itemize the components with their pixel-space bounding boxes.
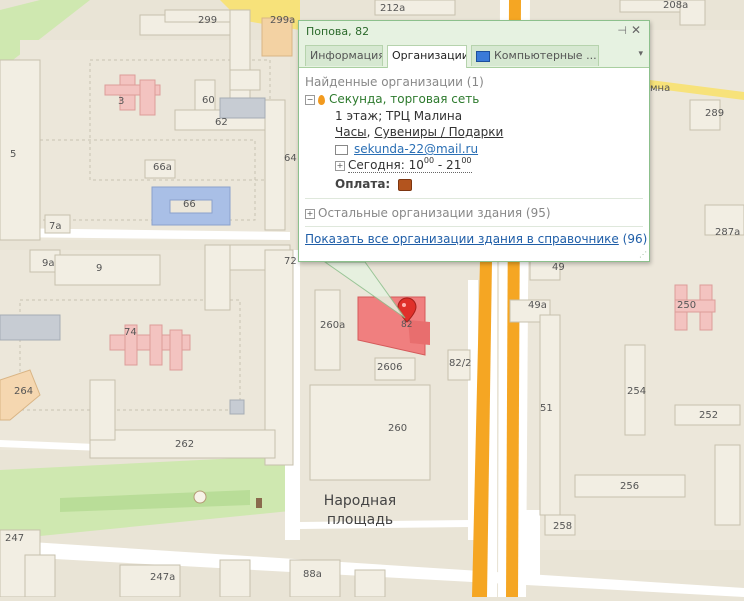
org-payment-row: Оплата: — [335, 177, 413, 191]
map-label: 260а — [320, 320, 346, 331]
building-info-popup[interactable]: Попова, 82 ⊣ ✕ Информация Организации Ко… — [298, 20, 650, 262]
close-icon[interactable]: ✕ — [631, 23, 641, 37]
map-label: 66 — [183, 199, 196, 210]
resize-handle-icon[interactable]: ⋰ — [639, 250, 647, 259]
map-label: 262 — [175, 439, 195, 450]
map-label: 74 — [124, 327, 137, 338]
tab-computer-label: Компьютерные ... — [494, 49, 597, 62]
hours-prefix: Сегодня: 10 — [348, 158, 424, 172]
org-email-row: sekunda-22@mail.ru — [335, 142, 478, 156]
org-email-link[interactable]: sekunda-22@mail.ru — [354, 142, 478, 156]
expand-other-icon[interactable]: + — [305, 208, 315, 219]
tab-info[interactable]: Информация — [305, 45, 383, 66]
pin-icon[interactable]: ⊣ — [617, 24, 627, 37]
square-name-line1: Народная — [323, 493, 397, 509]
show-all-orgs-link[interactable]: Показать все организации здания в справо… — [305, 232, 619, 246]
found-orgs-label: Найденные организации (1) — [305, 75, 484, 89]
org-header[interactable]: − Секунда, торговая сеть — [305, 92, 479, 106]
square-name-label: Народная площадь — [320, 492, 400, 530]
org-name[interactable]: Секунда, торговая сеть — [329, 92, 479, 106]
map-label: 247а — [150, 572, 176, 583]
map-label: 212а — [380, 3, 406, 14]
map-label: 2606 — [377, 362, 403, 373]
map-label: 51 — [540, 403, 553, 414]
category-link-souvenirs[interactable]: Сувениры / Подарки — [374, 125, 503, 139]
other-orgs-label[interactable]: Остальные организации здания (95) — [318, 206, 551, 220]
hours-open-min: 00 — [423, 156, 435, 165]
map-label: 252 — [699, 410, 719, 421]
map-label: 256 — [620, 481, 640, 492]
map-label: 299а — [270, 15, 296, 26]
map-label: 62 — [215, 117, 228, 128]
map-label: 9а — [42, 258, 55, 269]
map-label: 260 — [388, 423, 408, 434]
org-categories: Часы, Сувениры / Подарки — [335, 125, 503, 139]
map-label: 264 — [14, 386, 34, 397]
map-label: 66а — [153, 162, 172, 173]
show-all-row: Показать все организации здания в справо… — [305, 232, 647, 246]
street-label: мна — [650, 83, 671, 94]
org-hours-row[interactable]: + Сегодня: 1000 - 2100 — [335, 156, 472, 173]
map-label: 9 — [96, 263, 103, 274]
map-label: 289 — [705, 108, 725, 119]
map-label: 5 — [10, 149, 17, 160]
map-label: 49а — [528, 300, 547, 311]
map-label: 287а — [715, 227, 741, 238]
wallet-icon — [398, 178, 413, 191]
tabs-menu-icon[interactable]: ▾ — [638, 49, 643, 59]
map-label: 258 — [553, 521, 573, 532]
map-label: 3 — [118, 96, 125, 107]
show-all-count: (96) — [622, 232, 648, 246]
tab-organizations[interactable]: Организации — [387, 45, 467, 68]
map-label: 88а — [303, 569, 322, 580]
category-link-watches[interactable]: Часы — [335, 125, 367, 139]
collapse-icon[interactable]: − — [305, 94, 315, 105]
popup-header: Попова, 82 ⊣ ✕ — [299, 21, 649, 43]
expand-hours-icon[interactable]: + — [335, 160, 345, 171]
map-label: 247 — [5, 533, 25, 544]
monitor-icon — [476, 50, 490, 62]
org-hours[interactable]: Сегодня: 1000 - 2100 — [348, 156, 472, 173]
map-label: 299 — [198, 15, 218, 26]
map-label: 254 — [627, 386, 647, 397]
map-label: 72 — [284, 256, 297, 267]
map-label: 250 — [677, 300, 697, 311]
hours-mid: - 21 — [434, 158, 462, 172]
map-label: 208а — [663, 0, 689, 11]
org-location: 1 этаж; ТРЦ Малина — [335, 109, 463, 123]
map-label: 82/2 — [449, 358, 472, 369]
map-label: 82 — [401, 320, 413, 330]
popup-divider — [305, 226, 643, 227]
tab-computer[interactable]: Компьютерные ... — [471, 45, 599, 66]
hours-close-min: 00 — [461, 156, 472, 165]
popup-title: Попова, 82 — [306, 25, 370, 38]
org-marker-icon — [318, 94, 325, 105]
popup-divider — [305, 198, 643, 199]
envelope-icon — [335, 144, 348, 155]
payment-label: Оплата: — [335, 177, 391, 191]
popup-tabs: Информация Организации Компьютерные ... … — [299, 43, 649, 68]
map-label: 49 — [552, 262, 565, 273]
map-label: 64 — [284, 153, 297, 164]
other-orgs-row[interactable]: + Остальные организации здания (95) — [305, 206, 551, 220]
map-label: 7а — [49, 221, 62, 232]
square-name-line2: площадь — [326, 512, 394, 528]
map-label: 60 — [202, 95, 215, 106]
